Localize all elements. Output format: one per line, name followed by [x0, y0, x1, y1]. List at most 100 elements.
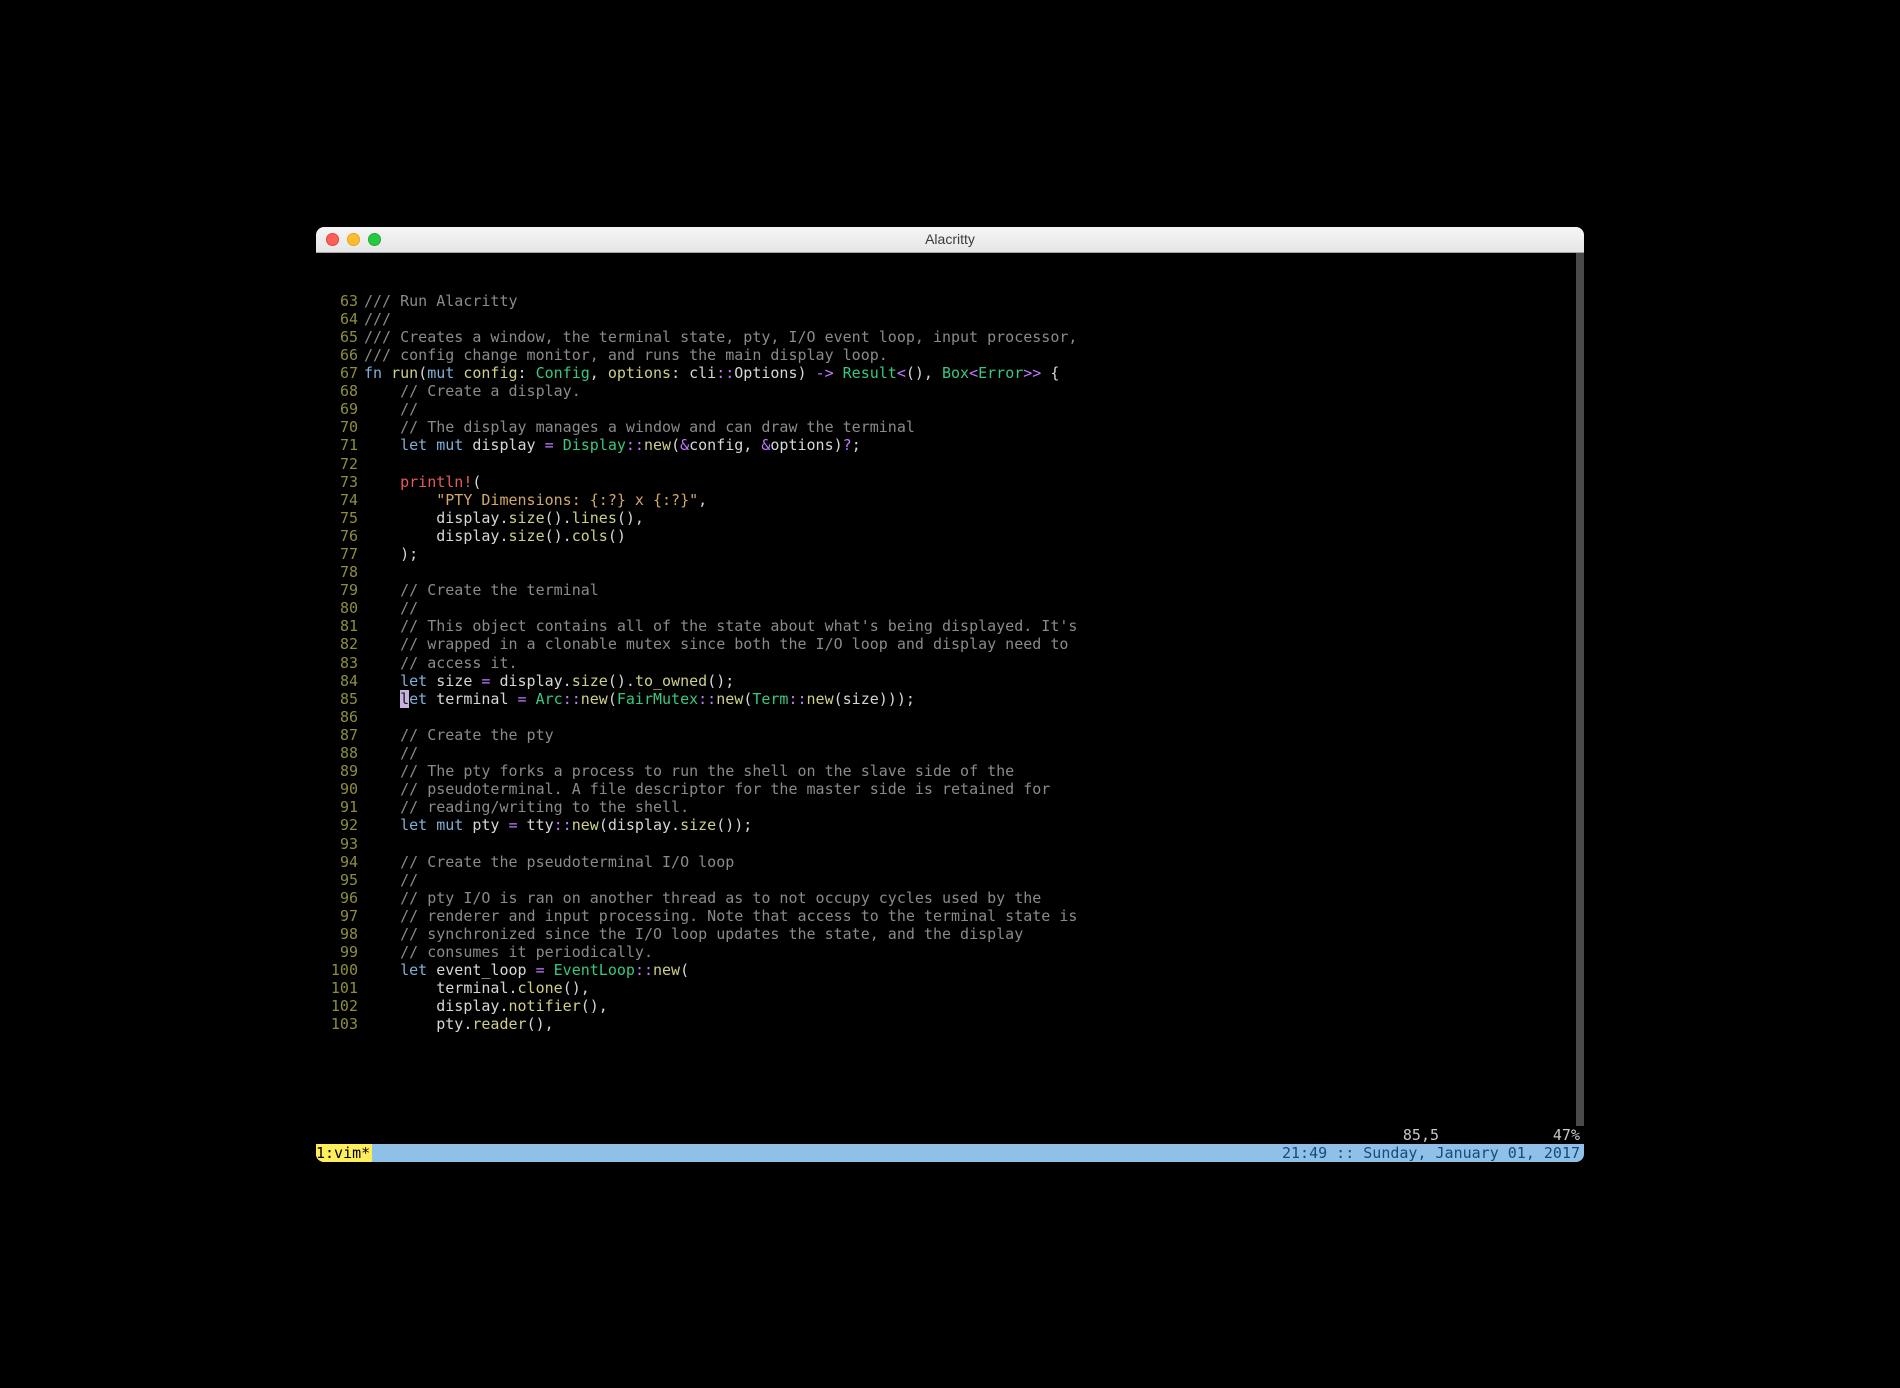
code-line[interactable]: 88 //	[316, 744, 1584, 762]
code-line[interactable]: 70 // The display manages a window and c…	[316, 418, 1584, 436]
code-line[interactable]: 98 // synchronized since the I/O loop up…	[316, 925, 1584, 943]
code-text[interactable]: );	[364, 545, 1584, 563]
code-line[interactable]: 67 fn run(mut config: Config, options: cl…	[316, 364, 1584, 382]
code-text[interactable]: terminal.clone(),	[364, 979, 1584, 997]
code-line[interactable]: 87 // Create the pty	[316, 726, 1584, 744]
code-text[interactable]: // renderer and input processing. Note t…	[364, 907, 1584, 925]
code-line[interactable]: 100 let event_loop = EventLoop::new(	[316, 961, 1584, 979]
terminal[interactable]: 63/// Run Alacritty64///65/// Creates a …	[316, 253, 1584, 1162]
code-text[interactable]: // Create a display.	[364, 382, 1584, 400]
code-text[interactable]: fn run(mut config: Config, options: cli:…	[364, 364, 1584, 382]
code-text[interactable]: // access it.	[364, 654, 1584, 672]
code-line[interactable]: 73 println!(	[316, 473, 1584, 491]
code-line[interactable]: 68 // Create a display.	[316, 382, 1584, 400]
code-text[interactable]	[364, 708, 1584, 726]
line-number: 96	[316, 889, 358, 907]
line-number: 83	[316, 654, 358, 672]
code-text[interactable]: // Create the terminal	[364, 581, 1584, 599]
code-text[interactable]: display.size().lines(),	[364, 509, 1584, 527]
code-line[interactable]: 94 // Create the pseudoterminal I/O loop	[316, 853, 1584, 871]
code-line[interactable]: 96 // pty I/O is ran on another thread a…	[316, 889, 1584, 907]
code-line[interactable]: 89 // The pty forks a process to run the…	[316, 762, 1584, 780]
code-line[interactable]: 76 display.size().cols()	[316, 527, 1584, 545]
code-line[interactable]: 80 //	[316, 599, 1584, 617]
code-line[interactable]: 86	[316, 708, 1584, 726]
line-number: 80	[316, 599, 358, 617]
code-text[interactable]: pty.reader(),	[364, 1015, 1584, 1033]
line-number: 79	[316, 581, 358, 599]
code-text[interactable]: // This object contains all of the state…	[364, 617, 1584, 635]
code-line[interactable]: 102 display.notifier(),	[316, 997, 1584, 1015]
code-line[interactable]: 103 pty.reader(),	[316, 1015, 1584, 1033]
code-line[interactable]: 95 //	[316, 871, 1584, 889]
code-text[interactable]: display.size().cols()	[364, 527, 1584, 545]
code-line[interactable]: 79 // Create the terminal	[316, 581, 1584, 599]
code-text[interactable]: //	[364, 400, 1584, 418]
code-line[interactable]: 93	[316, 835, 1584, 853]
tmux-window-label[interactable]: 1:vim*	[316, 1144, 372, 1162]
code-text[interactable]: //	[364, 599, 1584, 617]
code-text[interactable]: // pseudoterminal. A file descriptor for…	[364, 780, 1584, 798]
code-text[interactable]: /// Run Alacritty	[364, 292, 1584, 310]
line-number: 88	[316, 744, 358, 762]
code-text[interactable]: let event_loop = EventLoop::new(	[364, 961, 1584, 979]
code-text[interactable]: "PTY Dimensions: {:?} x {:?}",	[364, 491, 1584, 509]
code-line[interactable]: 81 // This object contains all of the st…	[316, 617, 1584, 635]
code-line[interactable]: 99 // consumes it periodically.	[316, 943, 1584, 961]
code-line[interactable]: 82 // wrapped in a clonable mutex since …	[316, 635, 1584, 653]
code-line[interactable]: 84 let size = display.size().to_owned();	[316, 672, 1584, 690]
code-line[interactable]: 71 let mut display = Display::new(&confi…	[316, 436, 1584, 454]
code-text[interactable]: // pty I/O is ran on another thread as t…	[364, 889, 1584, 907]
code-text[interactable]	[364, 835, 1584, 853]
code-text[interactable]: // wrapped in a clonable mutex since bot…	[364, 635, 1584, 653]
code-line[interactable]: 63/// Run Alacritty	[316, 292, 1584, 310]
code-text[interactable]: let terminal = Arc::new(FairMutex::new(T…	[364, 690, 1584, 708]
code-line[interactable]: 85 let terminal = Arc::new(FairMutex::ne…	[316, 690, 1584, 708]
code-line[interactable]: 69 //	[316, 400, 1584, 418]
code-line[interactable]: 72	[316, 455, 1584, 473]
zoom-button[interactable]	[368, 233, 381, 246]
code-line[interactable]: 64///	[316, 310, 1584, 328]
code-text[interactable]: // The display manages a window and can …	[364, 418, 1584, 436]
code-line[interactable]: 97 // renderer and input processing. Not…	[316, 907, 1584, 925]
code-text[interactable]: println!(	[364, 473, 1584, 491]
scrollbar[interactable]	[1576, 253, 1584, 1126]
code-text[interactable]: // synchronized since the I/O loop updat…	[364, 925, 1584, 943]
editor-viewport[interactable]: 63/// Run Alacritty64///65/// Creates a …	[316, 253, 1584, 1126]
code-text[interactable]: // The pty forks a process to run the sh…	[364, 762, 1584, 780]
code-line[interactable]: 65/// Creates a window, the terminal sta…	[316, 328, 1584, 346]
code-text[interactable]: let mut display = Display::new(&config, …	[364, 436, 1584, 454]
code-text[interactable]	[364, 563, 1584, 581]
code-line[interactable]: 83 // access it.	[316, 654, 1584, 672]
code-text[interactable]	[364, 455, 1584, 473]
code-text[interactable]: // consumes it periodically.	[364, 943, 1584, 961]
code-text[interactable]: let mut pty = tty::new(display.size());	[364, 816, 1584, 834]
code-line[interactable]: 92 let mut pty = tty::new(display.size()…	[316, 816, 1584, 834]
code-text[interactable]: ///	[364, 310, 1584, 328]
line-number: 89	[316, 762, 358, 780]
code-text[interactable]: // Create the pty	[364, 726, 1584, 744]
code-text[interactable]: // Create the pseudoterminal I/O loop	[364, 853, 1584, 871]
code-text[interactable]: /// config change monitor, and runs the …	[364, 346, 1584, 364]
close-button[interactable]	[326, 233, 339, 246]
code-line[interactable]: 78	[316, 563, 1584, 581]
minimize-button[interactable]	[347, 233, 360, 246]
code-line[interactable]: 66/// config change monitor, and runs th…	[316, 346, 1584, 364]
code-line[interactable]: 74 "PTY Dimensions: {:?} x {:?}",	[316, 491, 1584, 509]
code-line[interactable]: 90 // pseudoterminal. A file descriptor …	[316, 780, 1584, 798]
code-text[interactable]: // reading/writing to the shell.	[364, 798, 1584, 816]
code-text[interactable]: //	[364, 871, 1584, 889]
window-frame: Alacritty 63/// Run Alacritty64///65/// …	[316, 227, 1584, 1162]
code-text[interactable]: display.notifier(),	[364, 997, 1584, 1015]
code-text[interactable]: //	[364, 744, 1584, 762]
titlebar[interactable]: Alacritty	[316, 227, 1584, 253]
code-line[interactable]: 91 // reading/writing to the shell.	[316, 798, 1584, 816]
line-number: 67	[316, 364, 358, 382]
code-line[interactable]: 77 );	[316, 545, 1584, 563]
code-text[interactable]: /// Creates a window, the terminal state…	[364, 328, 1584, 346]
code-line[interactable]: 75 display.size().lines(),	[316, 509, 1584, 527]
line-number: 74	[316, 491, 358, 509]
code-text[interactable]: let size = display.size().to_owned();	[364, 672, 1584, 690]
line-number: 103	[316, 1015, 358, 1033]
code-line[interactable]: 101 terminal.clone(),	[316, 979, 1584, 997]
